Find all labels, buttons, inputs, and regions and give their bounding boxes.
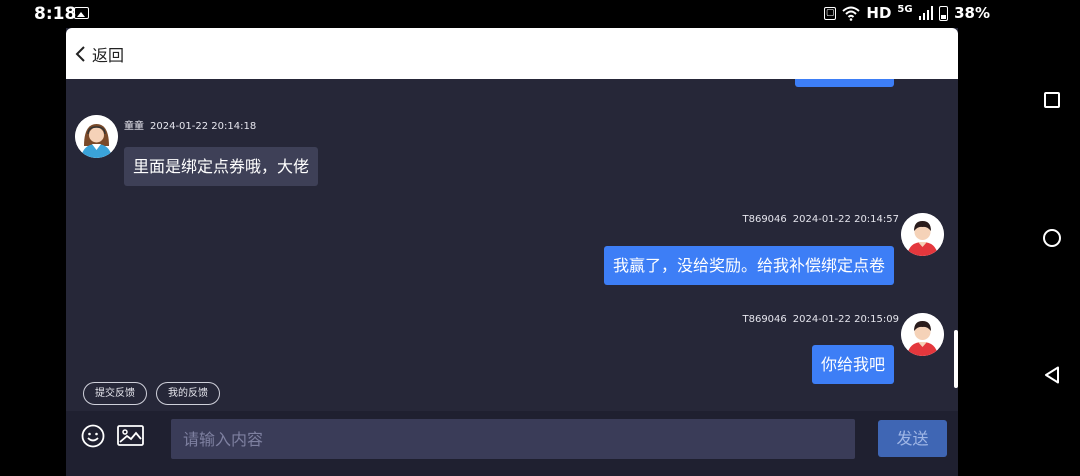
message-time: 2024-01-22 20:14:18 xyxy=(150,121,257,132)
nfc-icon: ▢ xyxy=(823,6,837,20)
agent-avatar xyxy=(75,115,118,158)
message-sender: 童童 xyxy=(124,121,144,132)
signal-icon xyxy=(918,6,934,20)
my-feedback-button[interactable]: 我的反馈 xyxy=(156,382,220,405)
chevron-left-icon xyxy=(75,46,85,62)
emoji-icon[interactable] xyxy=(81,424,105,452)
navigation-bar xyxy=(1024,0,1080,476)
app-header: 返回 xyxy=(66,28,958,79)
message-bubble[interactable]: 我赢了，没给奖励。给我补偿绑定点卷 xyxy=(603,246,894,285)
back-label: 返回 xyxy=(92,46,125,65)
user-avatar xyxy=(901,213,944,256)
status-indicators: ▢ HD 5G 38% xyxy=(823,4,990,22)
back-button[interactable]: 返回 xyxy=(74,42,124,66)
input-bar: 发送 xyxy=(66,411,958,476)
recents-button[interactable] xyxy=(1044,92,1060,108)
quick-actions: 提交反馈 我的反馈 xyxy=(83,382,220,405)
message-time: 2024-01-22 20:14:57 xyxy=(792,214,899,225)
submit-feedback-button[interactable]: 提交反馈 xyxy=(83,382,147,405)
nav-back-button[interactable] xyxy=(1044,366,1060,388)
wifi-icon xyxy=(842,6,861,21)
battery-percent: 38% xyxy=(954,4,990,22)
message-meta: 童童 2024-01-22 20:14:18 xyxy=(124,117,256,132)
previous-message-bubble xyxy=(795,79,894,87)
image-icon[interactable] xyxy=(117,425,144,450)
message-bubble[interactable]: 里面是绑定点券哦，大佬 xyxy=(124,147,319,186)
user-avatar xyxy=(901,313,944,356)
scrollbar-thumb[interactable] xyxy=(954,330,958,388)
home-button[interactable] xyxy=(1043,229,1061,247)
phone-screen: 8:18 ▢ HD 5G 38% 返回 童童 2024-01-22 20:14:… xyxy=(0,0,1080,476)
message-bubble[interactable]: 你给我吧 xyxy=(811,345,894,384)
chat-messages[interactable]: 童童 2024-01-22 20:14:18 里面是绑定点券哦，大佬 T86904… xyxy=(66,79,958,409)
message-sender: T869046 xyxy=(742,314,787,325)
hd-indicator: HD xyxy=(866,4,892,22)
status-time: 8:18 xyxy=(34,4,77,24)
message-time: 2024-01-22 20:15:09 xyxy=(792,314,899,325)
message-sender: T869046 xyxy=(742,214,787,225)
message-input[interactable] xyxy=(171,419,855,459)
send-button[interactable]: 发送 xyxy=(878,420,947,457)
battery-icon xyxy=(939,5,949,21)
network-type: 5G xyxy=(897,4,913,15)
message-meta: T869046 2024-01-22 20:14:57 xyxy=(742,214,899,225)
gallery-icon xyxy=(74,7,89,19)
chat-app: 返回 童童 2024-01-22 20:14:18 里面是绑定点券哦，大佬 T8… xyxy=(66,28,958,476)
message-meta: T869046 2024-01-22 20:15:09 xyxy=(742,314,899,325)
status-bar: 8:18 ▢ HD 5G 38% xyxy=(0,0,1080,28)
